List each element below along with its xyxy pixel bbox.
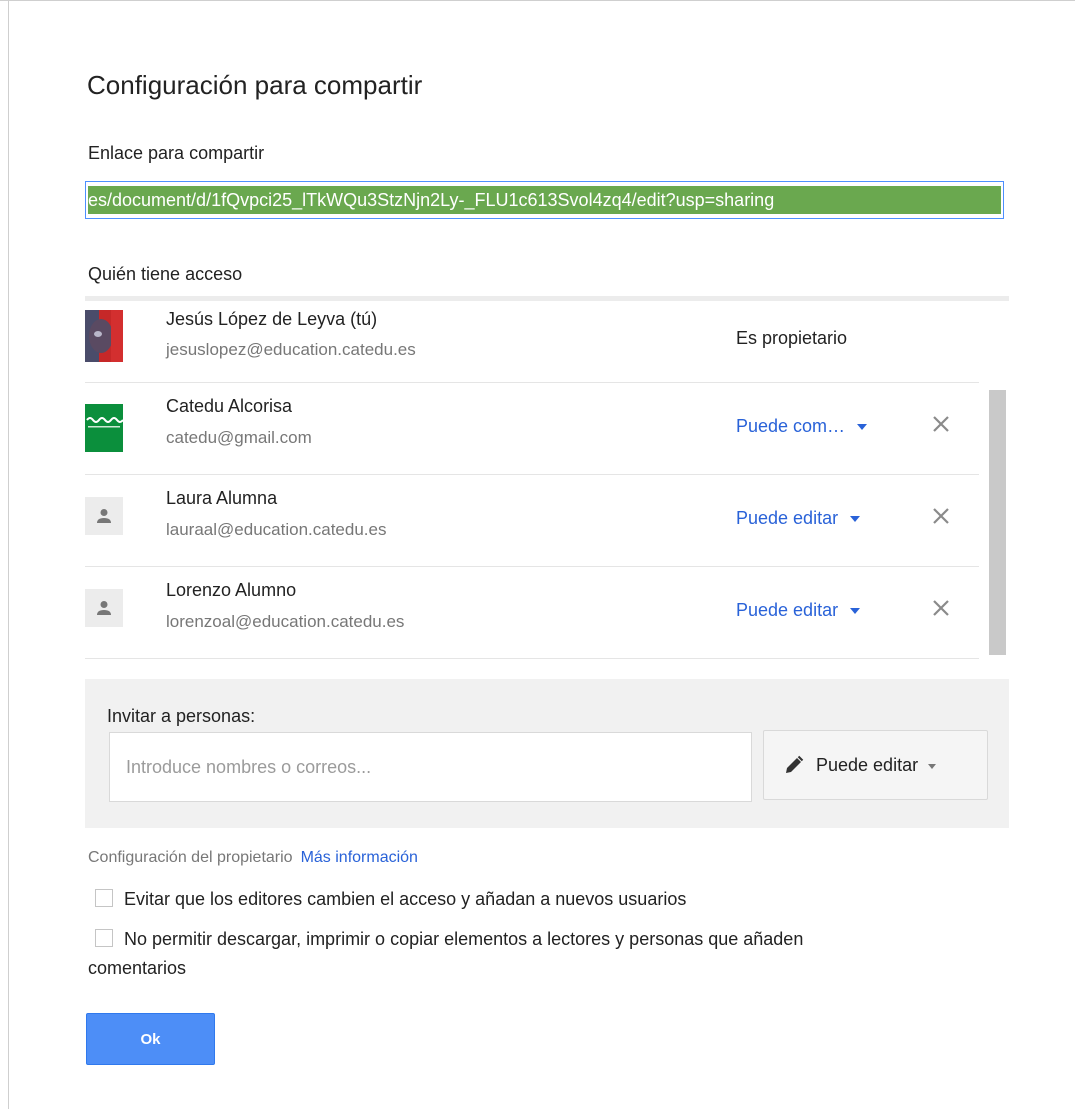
- link-section-label: Enlace para compartir: [88, 143, 265, 163]
- disable-download-label: No permitir descargar, imprimir o copiar…: [124, 929, 804, 949]
- person-row: Lorenzo Alumno lorenzoal@education.cated…: [85, 566, 979, 659]
- page-border-top: [0, 0, 1075, 1]
- person-icon: [97, 509, 111, 523]
- avatar: [85, 589, 123, 627]
- person-name: Catedu Alcorisa: [166, 396, 293, 416]
- permission-dropdown[interactable]: Puede com…: [736, 416, 868, 437]
- person-email: lorenzoal@education.catedu.es: [166, 612, 405, 631]
- avatar: [85, 404, 124, 452]
- invite-permission-button[interactable]: Puede editar: [763, 730, 988, 800]
- access-section-label: Quién tiene acceso: [88, 264, 243, 284]
- remove-icon[interactable]: [931, 598, 951, 618]
- dialog-title: Configuración para compartir: [87, 70, 423, 100]
- permission-label: Puede com…: [736, 416, 846, 436]
- person-name: Laura Alumna: [166, 488, 278, 508]
- person-name: Lorenzo Alumno: [166, 580, 297, 600]
- scrollbar-thumb[interactable]: [989, 390, 1006, 655]
- person-email: catedu@gmail.com: [166, 428, 312, 447]
- access-list: Jesús López de Leyva (tú) jesuslopez@edu…: [85, 296, 1009, 660]
- person-row-owner: Jesús López de Leyva (tú) jesuslopez@edu…: [85, 296, 979, 383]
- person-icon: [97, 601, 111, 615]
- page-border-left: [8, 0, 9, 1109]
- pencil-icon: [786, 755, 804, 773]
- disable-download-label-cont: comentarios: [88, 958, 187, 978]
- caret-down-icon: [850, 515, 861, 522]
- permission-label: Puede editar: [736, 600, 839, 620]
- remove-icon[interactable]: [931, 506, 951, 526]
- invite-label: Invitar a personas:: [107, 706, 256, 726]
- owner-settings-label: Configuración del propietario: [88, 849, 293, 866]
- prevent-editors-label: Evitar que los editores cambien el acces…: [124, 889, 687, 909]
- owner-role-label: Es propietario: [736, 328, 848, 348]
- permission-dropdown[interactable]: Puede editar: [736, 508, 861, 529]
- person-row: Catedu Alcorisa catedu@gmail.com Puede c…: [85, 382, 979, 475]
- person-email: jesuslopez@education.catedu.es: [166, 340, 416, 359]
- share-link-text[interactable]: es/document/d/1fQvpci25_lTkWQu3StzNjn2Ly…: [88, 186, 1001, 214]
- owner-settings: Configuración del propietario Más informa…: [88, 849, 418, 867]
- remove-icon[interactable]: [931, 414, 951, 434]
- disable-download-checkbox[interactable]: [95, 929, 113, 947]
- share-link-field[interactable]: es/document/d/1fQvpci25_lTkWQu3StzNjn2Ly…: [85, 181, 1004, 219]
- ok-button[interactable]: Ok: [86, 1013, 215, 1065]
- invite-panel: Invitar a personas: Puede editar: [85, 679, 1009, 828]
- permission-dropdown[interactable]: Puede editar: [736, 600, 861, 621]
- caret-down-icon: [857, 423, 868, 430]
- invite-input[interactable]: [109, 732, 752, 802]
- invite-permission-label: Puede editar: [816, 754, 919, 775]
- person-email: lauraal@education.catedu.es: [166, 520, 387, 539]
- person-row: Laura Alumna lauraal@education.catedu.es…: [85, 474, 979, 567]
- permission-label: Puede editar: [736, 508, 839, 528]
- more-info-link[interactable]: Más información: [301, 849, 418, 866]
- avatar: [85, 310, 123, 362]
- prevent-editors-checkbox[interactable]: [95, 889, 113, 907]
- caret-down-icon: [850, 607, 861, 614]
- person-name: Jesús López de Leyva (tú): [166, 309, 378, 329]
- avatar: [85, 497, 123, 535]
- chevron-down-icon: [928, 763, 937, 769]
